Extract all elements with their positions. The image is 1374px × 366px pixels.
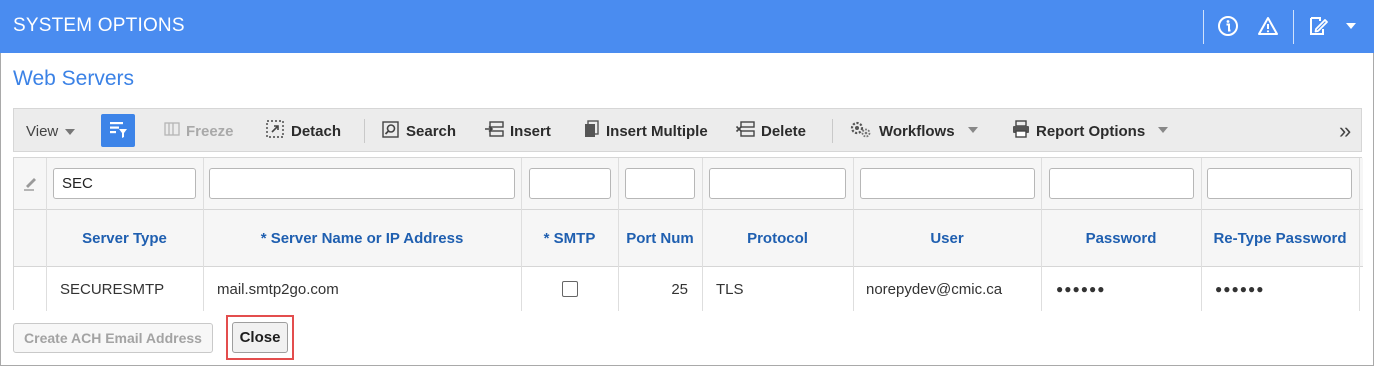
freeze-icon bbox=[164, 121, 180, 141]
create-ach-email-address-button[interactable]: Create ACH Email Address bbox=[13, 323, 213, 353]
filter-toggle-button[interactable] bbox=[101, 114, 135, 147]
user-cell[interactable]: norepydev@cmic.ca bbox=[866, 267, 1002, 311]
port-num-cell[interactable]: 25 bbox=[618, 267, 688, 311]
port-num-filter-input[interactable] bbox=[625, 168, 695, 199]
column-divider bbox=[702, 158, 703, 311]
column-divider bbox=[853, 158, 854, 311]
column-header[interactable]: Server Type bbox=[46, 210, 203, 267]
column-divider bbox=[46, 158, 47, 311]
caret-down-icon[interactable] bbox=[1339, 14, 1363, 38]
printer-icon bbox=[1012, 120, 1030, 142]
clear-filter-icon[interactable] bbox=[22, 174, 40, 195]
column-divider bbox=[1359, 158, 1360, 311]
view-label: View bbox=[26, 122, 59, 140]
column-header[interactable]: Re-Type Password bbox=[1201, 210, 1359, 267]
report-options-label: Report Options bbox=[1036, 122, 1146, 140]
protocol-cell[interactable]: TLS bbox=[716, 267, 744, 311]
column-header[interactable]: User bbox=[853, 210, 1041, 267]
caret-down-icon bbox=[967, 125, 979, 137]
search-button[interactable]: Search bbox=[381, 109, 456, 153]
workflows-label: Workflows bbox=[879, 122, 955, 140]
column-divider bbox=[521, 158, 522, 311]
column-header-row: Server Type * Server Name or IP Address … bbox=[14, 210, 1363, 267]
report-options-menu[interactable]: Report Options bbox=[1012, 109, 1169, 153]
column-header[interactable]: Port Num bbox=[618, 210, 702, 267]
toolbar-separator bbox=[364, 119, 365, 143]
header-separator bbox=[1203, 10, 1204, 44]
retype-password-filter-input[interactable] bbox=[1207, 168, 1352, 199]
overflow-chevron-icon[interactable]: » bbox=[1339, 109, 1351, 153]
column-header[interactable]: Password bbox=[1041, 210, 1201, 267]
title-bar: SYSTEM OPTIONS bbox=[0, 0, 1374, 53]
close-button[interactable]: Close bbox=[232, 322, 288, 353]
detach-button[interactable]: Detach bbox=[265, 109, 341, 153]
insert-button[interactable]: Insert bbox=[484, 109, 551, 153]
column-divider bbox=[1041, 158, 1042, 311]
column-divider bbox=[203, 158, 204, 311]
column-header[interactable]: Protocol bbox=[702, 210, 853, 267]
server-type-filter-input[interactable] bbox=[53, 168, 196, 199]
info-icon[interactable] bbox=[1216, 14, 1240, 38]
retype-password-cell[interactable]: ●●●●●● bbox=[1215, 267, 1265, 311]
insert-multiple-button[interactable]: Insert Multiple bbox=[584, 109, 708, 153]
caret-down-icon bbox=[64, 123, 76, 140]
server-type-cell[interactable]: SECURESMTP bbox=[60, 267, 164, 311]
column-header[interactable]: * SMTP bbox=[521, 210, 618, 267]
warning-icon[interactable] bbox=[1256, 14, 1280, 38]
column-header[interactable]: * Server Name or IP Address bbox=[203, 210, 521, 267]
freeze-label: Freeze bbox=[186, 122, 234, 140]
caret-down-icon bbox=[1157, 125, 1169, 137]
delete-label: Delete bbox=[761, 122, 807, 140]
column-divider bbox=[618, 158, 619, 311]
password-cell[interactable]: ●●●●●● bbox=[1056, 267, 1106, 311]
toolbar: View Freeze Detach Search Insert Insert … bbox=[13, 108, 1362, 152]
column-divider bbox=[1201, 158, 1202, 311]
server-name-cell[interactable]: mail.smtp2go.com bbox=[217, 267, 339, 311]
page-title: SYSTEM OPTIONS bbox=[13, 15, 185, 36]
insert-label: Insert bbox=[510, 122, 551, 140]
detach-icon bbox=[265, 119, 285, 143]
smtp-cell bbox=[521, 267, 618, 311]
view-menu[interactable]: View bbox=[26, 109, 76, 153]
table-row[interactable]: SECURESMTP mail.smtp2go.com 25 TLS norep… bbox=[14, 267, 1363, 311]
search-icon bbox=[381, 120, 400, 143]
smtp-checkbox[interactable] bbox=[561, 281, 578, 297]
insert-row-icon bbox=[484, 120, 504, 142]
search-label: Search bbox=[406, 122, 457, 140]
edit-note-icon[interactable] bbox=[1306, 14, 1330, 38]
delete-button[interactable]: Delete bbox=[735, 109, 806, 153]
insert-multiple-label: Insert Multiple bbox=[606, 122, 708, 140]
freeze-button[interactable]: Freeze bbox=[164, 109, 234, 153]
detach-label: Detach bbox=[291, 122, 342, 140]
section-title: Web Servers bbox=[13, 67, 134, 90]
password-filter-input[interactable] bbox=[1049, 168, 1194, 199]
smtp-filter-input[interactable] bbox=[529, 168, 611, 199]
filter-icon bbox=[107, 118, 129, 143]
delete-row-icon bbox=[735, 120, 755, 142]
insert-multiple-icon bbox=[584, 120, 600, 142]
gears-icon bbox=[849, 120, 873, 142]
user-filter-input[interactable] bbox=[860, 168, 1035, 199]
server-name-filter-input[interactable] bbox=[209, 168, 515, 199]
workflows-menu[interactable]: Workflows bbox=[849, 109, 979, 153]
filter-row bbox=[14, 158, 1363, 210]
data-grid: Server Type * Server Name or IP Address … bbox=[13, 157, 1363, 311]
header-separator bbox=[1293, 10, 1294, 44]
protocol-filter-input[interactable] bbox=[709, 168, 846, 199]
toolbar-separator bbox=[832, 119, 833, 143]
